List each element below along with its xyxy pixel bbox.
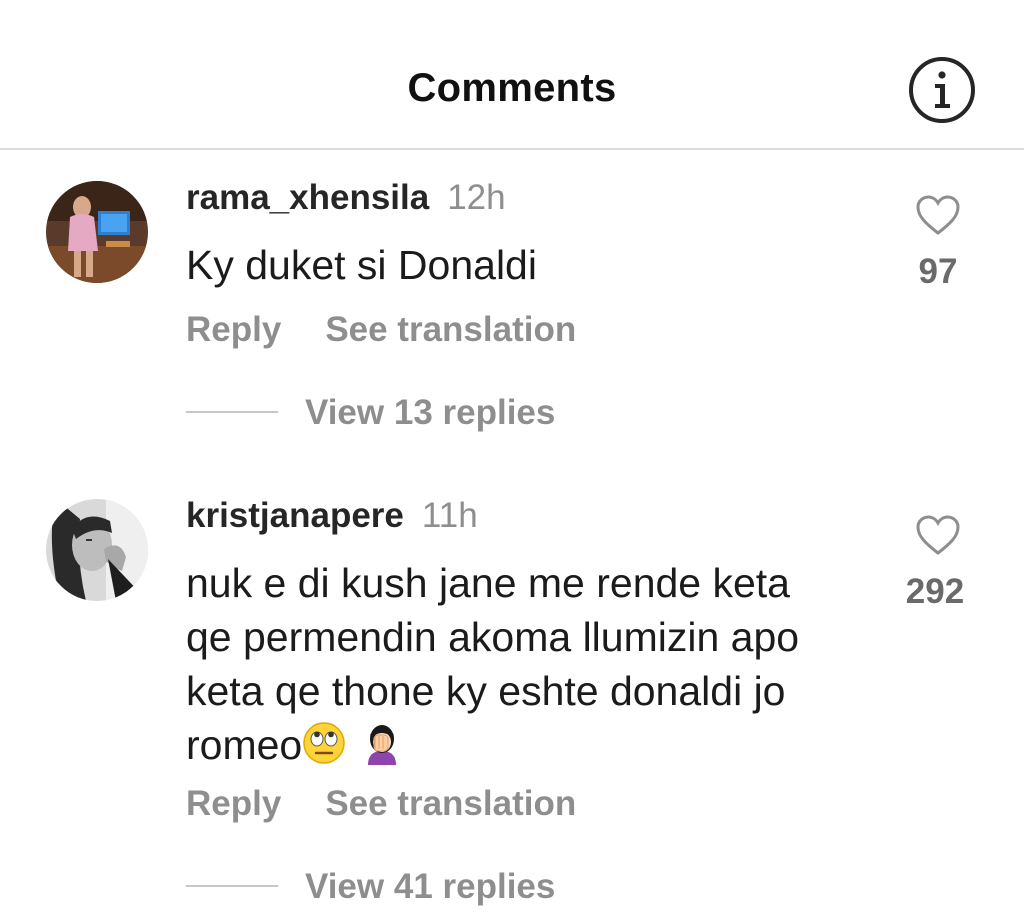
see-translation-button[interactable]: See translation (325, 310, 576, 350)
see-translation-button[interactable]: See translation (325, 784, 576, 824)
comment-text-line: romeo (186, 722, 303, 768)
avatar[interactable] (46, 181, 148, 283)
comment-actions: Reply See translation (186, 310, 620, 350)
comment-actions: Reply See translation (186, 784, 620, 824)
replies-divider (186, 411, 278, 413)
view-replies-button[interactable]: View 13 replies (305, 393, 555, 433)
comment-text: nuk e di kush jane me rende keta qe perm… (186, 556, 876, 778)
reply-button[interactable]: Reply (186, 784, 281, 824)
timestamp: 11h (421, 496, 478, 535)
avatar[interactable] (46, 499, 148, 601)
view-replies-button[interactable]: View 41 replies (305, 867, 555, 907)
replies-divider (186, 885, 278, 887)
page-title: Comments (407, 66, 617, 110)
like-button[interactable] (903, 514, 973, 561)
info-icon[interactable] (908, 56, 976, 124)
like-count: 292 (905, 572, 965, 611)
heart-icon (916, 195, 960, 235)
like-count: 97 (918, 252, 958, 291)
like-button[interactable] (903, 194, 973, 241)
timestamp: 12h (447, 178, 506, 217)
username[interactable]: kristjanapere (186, 496, 404, 535)
comment-text-line-last: romeo (186, 718, 876, 778)
comment-text-line: keta qe thone ky eshte donaldi jo (186, 668, 786, 714)
username[interactable]: rama_xhensila (186, 178, 429, 217)
comment-text-line: nuk e di kush jane me rende keta (186, 560, 790, 606)
reply-button[interactable]: Reply (186, 310, 281, 350)
face-with-rolling-eyes-emoji (302, 721, 346, 778)
comments-header: Comments (0, 0, 1024, 150)
comment-header: kristjanapere 11h (186, 496, 478, 536)
comment-header: rama_xhensila 12h (186, 178, 506, 218)
woman-facepalming-emoji (360, 721, 404, 778)
comment-text: Ky duket si Donaldi (186, 242, 537, 288)
heart-icon (916, 515, 960, 555)
comment-text-line: qe permendin akoma llumizin apo (186, 614, 800, 660)
